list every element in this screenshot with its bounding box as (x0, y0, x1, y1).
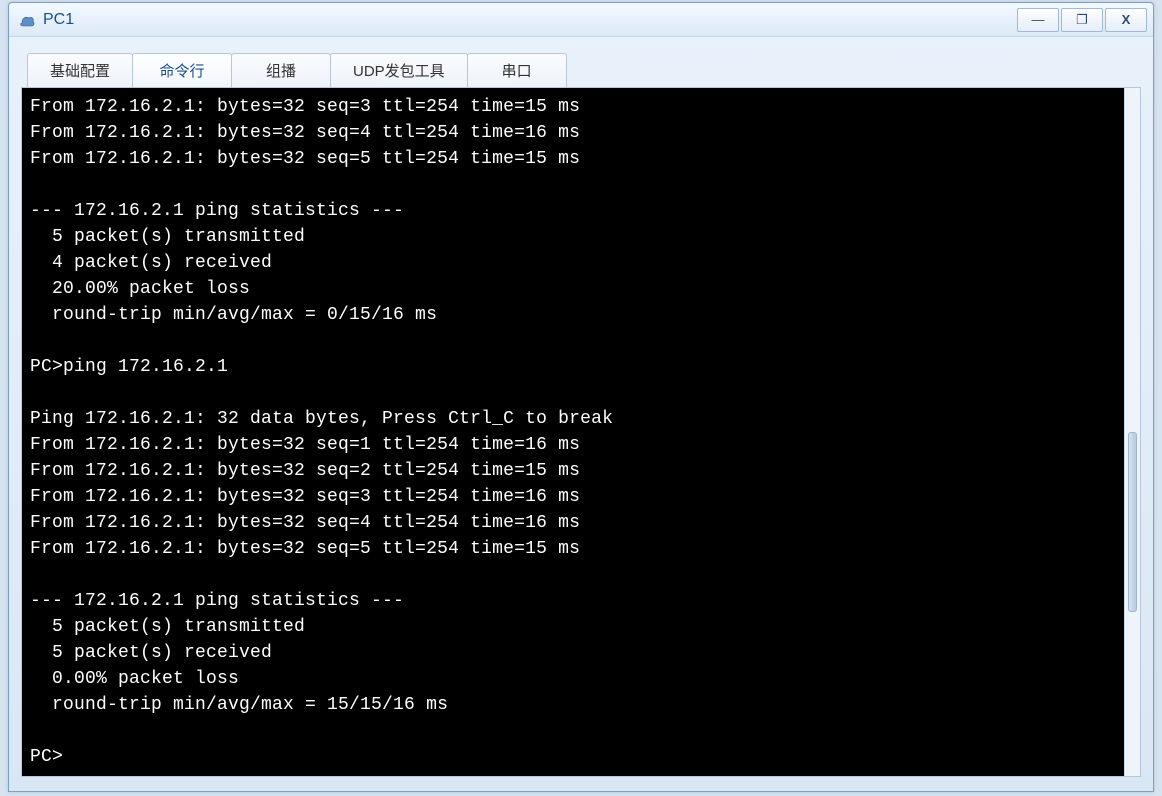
close-icon: X (1122, 12, 1131, 27)
window-title: PC1 (43, 11, 74, 29)
minimize-button[interactable]: — (1017, 8, 1059, 32)
minimize-icon: — (1032, 12, 1045, 27)
tab-label: 基础配置 (50, 60, 110, 81)
tab-udp-tool[interactable]: UDP发包工具 (330, 53, 468, 87)
tab-label: 命令行 (160, 60, 205, 81)
close-button[interactable]: X (1105, 8, 1147, 32)
maximize-icon: ❐ (1076, 12, 1088, 28)
app-window: PC1 — ❐ X 基础配置 命令行 组播 UDP发 (8, 2, 1154, 792)
title-bar[interactable]: PC1 — ❐ X (9, 3, 1153, 37)
terminal-container: From 172.16.2.1: bytes=32 seq=3 ttl=254 … (21, 87, 1141, 777)
client-area: 基础配置 命令行 组播 UDP发包工具 串口 From 172.16.2.1: … (9, 37, 1153, 791)
scrollbar-thumb[interactable] (1128, 432, 1137, 612)
terminal-scrollbar[interactable] (1124, 88, 1140, 776)
tab-command-line[interactable]: 命令行 (132, 53, 232, 87)
tab-basic-config[interactable]: 基础配置 (27, 53, 133, 87)
tab-label: 组播 (266, 60, 296, 81)
tab-label: 串口 (502, 60, 532, 81)
tab-multicast[interactable]: 组播 (231, 53, 331, 87)
window-controls: — ❐ X (1015, 8, 1147, 32)
tab-label: UDP发包工具 (353, 60, 445, 81)
terminal-output[interactable]: From 172.16.2.1: bytes=32 seq=3 ttl=254 … (22, 88, 1124, 776)
tab-serial[interactable]: 串口 (467, 53, 567, 87)
tabs-row: 基础配置 命令行 组播 UDP发包工具 串口 (21, 49, 1141, 87)
maximize-button[interactable]: ❐ (1061, 8, 1103, 32)
app-icon (17, 10, 37, 30)
